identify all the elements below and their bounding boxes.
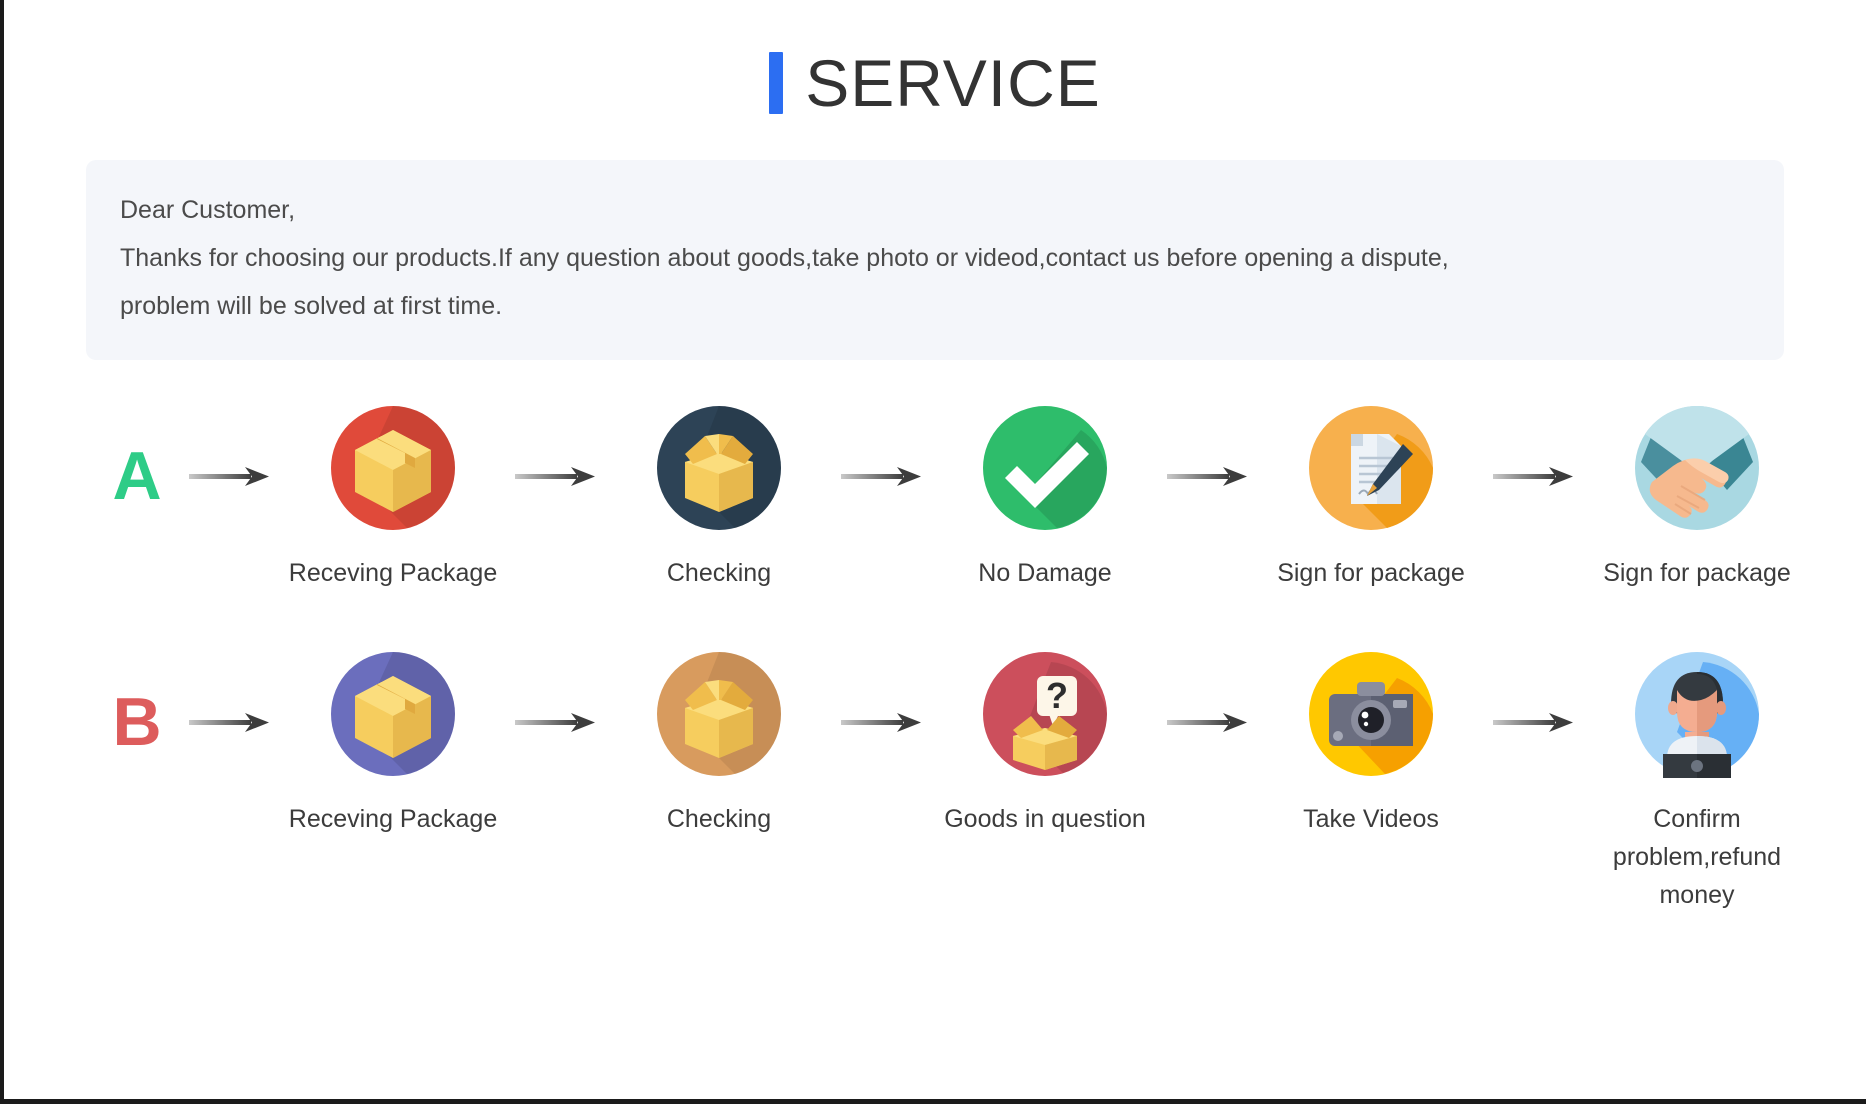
customer-notice-box: Dear Customer, Thanks for choosing our p… bbox=[86, 160, 1784, 360]
right-arrow-icon bbox=[189, 713, 269, 732]
flow-b-step-1: Receving Package bbox=[278, 650, 508, 838]
flow-a-step-4: Sign for package bbox=[1256, 404, 1486, 592]
step-label: Confirm problem,refund money bbox=[1612, 805, 1782, 909]
arrow-a-2 bbox=[834, 404, 930, 490]
flow-row-a: A Receving Package Checking No Damage Si… bbox=[4, 404, 1866, 592]
arrow-b-4 bbox=[1486, 650, 1582, 736]
flow-a-step-2: Checking bbox=[604, 404, 834, 592]
service-page: SERVICE Dear Customer, Thanks for choosi… bbox=[0, 0, 1866, 1104]
notice-line-2: Thanks for choosing our products.If any … bbox=[120, 244, 1449, 272]
page-title: SERVICE bbox=[4, 50, 1866, 116]
flow-b-step-2: Checking bbox=[604, 650, 834, 838]
step-label: Receving Package bbox=[288, 805, 498, 833]
right-arrow-icon bbox=[1167, 713, 1247, 732]
right-arrow-icon bbox=[841, 713, 921, 732]
flow-b-step-4: Take Videos bbox=[1256, 650, 1486, 838]
right-arrow-icon bbox=[1493, 467, 1573, 486]
check-mark-icon bbox=[981, 404, 1109, 532]
arrow-a-4 bbox=[1486, 404, 1582, 490]
arrow-b-0 bbox=[182, 650, 278, 736]
arrow-a-0 bbox=[182, 404, 278, 490]
flow-a-step-1: Receving Package bbox=[278, 404, 508, 592]
page-title-text: SERVICE bbox=[805, 46, 1101, 120]
right-arrow-icon bbox=[1493, 713, 1573, 732]
open-box-icon bbox=[655, 404, 783, 532]
flow-b-step-3: ? Goods in question bbox=[930, 650, 1160, 838]
right-arrow-icon bbox=[515, 713, 595, 732]
notice-line-3: problem will be solved at first time. bbox=[120, 292, 503, 320]
closed-package-icon bbox=[329, 650, 457, 778]
support-agent-icon bbox=[1633, 650, 1761, 778]
flow-b-badge-cell: B bbox=[92, 650, 182, 756]
arrow-b-2 bbox=[834, 650, 930, 736]
flow-a-badge-cell: A bbox=[92, 404, 182, 510]
open-box-icon bbox=[655, 650, 783, 778]
arrow-b-3 bbox=[1160, 650, 1256, 736]
notice-line-1: Dear Customer, bbox=[120, 196, 296, 224]
right-arrow-icon bbox=[841, 467, 921, 486]
arrow-b-1 bbox=[508, 650, 604, 736]
step-label: Checking bbox=[666, 559, 772, 587]
arrow-a-3 bbox=[1160, 404, 1256, 490]
title-accent-bar bbox=[769, 52, 784, 114]
flow-b-step-5: Confirm problem,refund money bbox=[1582, 650, 1812, 914]
flow-a-step-3: No Damage bbox=[930, 404, 1160, 592]
sign-document-icon bbox=[1307, 404, 1435, 532]
flow-a-step-5: Sign for package bbox=[1582, 404, 1812, 592]
svg-text:?: ? bbox=[1046, 675, 1068, 716]
step-label: No Damage bbox=[978, 559, 1112, 587]
step-label: Goods in question bbox=[944, 805, 1146, 833]
step-label: Sign for package bbox=[1277, 559, 1465, 587]
flow-row-b: B Receving Package Checking ? Goods in q… bbox=[4, 650, 1866, 914]
camera-icon bbox=[1307, 650, 1435, 778]
flow-badge-a: A bbox=[112, 438, 162, 514]
flow-badge-b: B bbox=[112, 684, 162, 760]
step-label: Receving Package bbox=[288, 559, 498, 587]
right-arrow-icon bbox=[515, 467, 595, 486]
closed-package-icon bbox=[329, 404, 457, 532]
arrow-a-1 bbox=[508, 404, 604, 490]
step-label: Sign for package bbox=[1603, 559, 1791, 587]
question-box-icon: ? bbox=[981, 650, 1109, 778]
step-label: Checking bbox=[666, 805, 772, 833]
right-arrow-icon bbox=[189, 467, 269, 486]
step-label: Take Videos bbox=[1303, 805, 1439, 833]
right-arrow-icon bbox=[1167, 467, 1247, 486]
handshake-icon bbox=[1633, 404, 1761, 532]
